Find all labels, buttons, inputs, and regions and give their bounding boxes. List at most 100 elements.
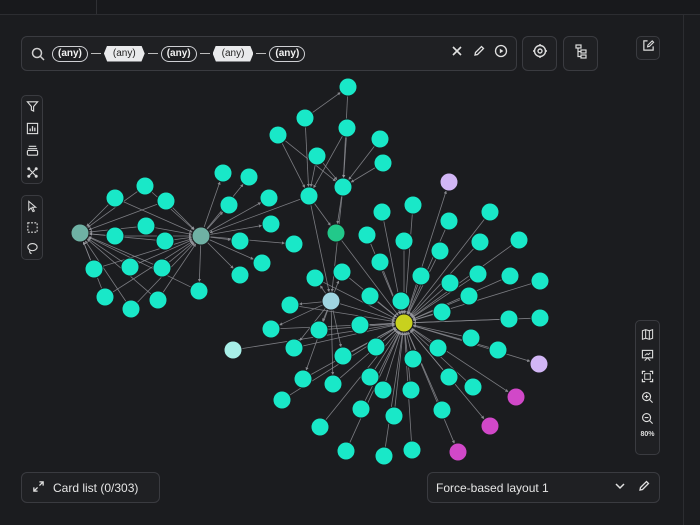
marquee-select-icon[interactable] bbox=[25, 220, 39, 235]
graph-node[interactable] bbox=[307, 146, 327, 166]
graph-node[interactable] bbox=[360, 367, 380, 387]
graph-node[interactable] bbox=[321, 291, 341, 311]
graph-node[interactable] bbox=[374, 446, 394, 466]
graph-node[interactable] bbox=[219, 195, 239, 215]
graph-node[interactable] bbox=[470, 232, 490, 252]
graph-node[interactable] bbox=[120, 257, 140, 277]
graph-node[interactable] bbox=[468, 264, 488, 284]
graph-node[interactable] bbox=[509, 230, 529, 250]
graph-node[interactable] bbox=[148, 290, 168, 310]
graph-node[interactable] bbox=[70, 223, 90, 243]
graph-node[interactable] bbox=[488, 340, 508, 360]
target-button[interactable] bbox=[522, 36, 557, 71]
graph-node[interactable] bbox=[360, 286, 380, 306]
graph-node[interactable] bbox=[350, 315, 370, 335]
pencil-icon[interactable] bbox=[627, 479, 651, 496]
graph-node[interactable] bbox=[337, 118, 357, 138]
graph-node[interactable] bbox=[284, 234, 304, 254]
graph-node[interactable] bbox=[121, 299, 141, 319]
edit-button[interactable] bbox=[636, 36, 660, 60]
graph-node[interactable] bbox=[480, 202, 500, 222]
pointer-icon[interactable] bbox=[25, 199, 39, 214]
graph-node[interactable] bbox=[223, 340, 243, 360]
query-node-chip[interactable]: (any) bbox=[52, 45, 88, 62]
graph-node[interactable] bbox=[336, 441, 356, 461]
graph-node[interactable] bbox=[440, 273, 460, 293]
graph-node[interactable] bbox=[105, 226, 125, 246]
graph-node[interactable] bbox=[480, 416, 500, 436]
graph-node[interactable] bbox=[499, 309, 519, 329]
graph-node[interactable] bbox=[394, 313, 414, 333]
graph-node[interactable] bbox=[135, 176, 155, 196]
graph-node[interactable] bbox=[403, 195, 423, 215]
filter-icon[interactable] bbox=[25, 99, 39, 115]
graph-node[interactable] bbox=[459, 286, 479, 306]
graph-node[interactable] bbox=[239, 167, 259, 187]
zoom-in-icon[interactable] bbox=[641, 389, 655, 405]
graph-node[interactable] bbox=[439, 211, 459, 231]
graph-nodes[interactable] bbox=[70, 77, 550, 466]
graph-node[interactable] bbox=[529, 354, 549, 374]
graph-node[interactable] bbox=[384, 406, 404, 426]
graph-node[interactable] bbox=[156, 191, 176, 211]
graph-node[interactable] bbox=[261, 214, 281, 234]
graph-node[interactable] bbox=[530, 271, 550, 291]
graph-node[interactable] bbox=[95, 287, 115, 307]
presentation-icon[interactable] bbox=[641, 347, 655, 363]
graph-node[interactable] bbox=[394, 231, 414, 251]
graph-node[interactable] bbox=[461, 328, 481, 348]
graph-node[interactable] bbox=[105, 188, 125, 208]
transform-icon[interactable] bbox=[25, 164, 39, 180]
graph-node[interactable] bbox=[305, 268, 325, 288]
graph-node[interactable] bbox=[370, 252, 390, 272]
fit-screen-icon[interactable] bbox=[641, 368, 655, 384]
graph-node[interactable] bbox=[372, 202, 392, 222]
graph-node[interactable] bbox=[333, 177, 353, 197]
graph-node[interactable] bbox=[428, 338, 448, 358]
graph-node[interactable] bbox=[351, 399, 371, 419]
chevron-down-icon[interactable] bbox=[603, 479, 627, 496]
graph-node[interactable] bbox=[506, 387, 526, 407]
card-list-button[interactable]: Card list (0/303) bbox=[21, 472, 160, 503]
graph-node[interactable] bbox=[84, 259, 104, 279]
graph-node[interactable] bbox=[310, 417, 330, 437]
graph-node[interactable] bbox=[293, 369, 313, 389]
query-node-chip[interactable]: (any) bbox=[269, 45, 306, 62]
lasso-icon[interactable] bbox=[25, 241, 39, 256]
query-bar[interactable]: (any) (any) (any) (any) (any) bbox=[21, 36, 517, 71]
graph-node[interactable] bbox=[152, 258, 172, 278]
graph-node[interactable] bbox=[252, 253, 272, 273]
graph-node[interactable] bbox=[432, 302, 452, 322]
graph-node[interactable] bbox=[189, 281, 209, 301]
query-edge-chip[interactable]: (any) bbox=[103, 45, 145, 62]
graph-node[interactable] bbox=[268, 125, 288, 145]
layout-selector[interactable]: Force-based layout 1 bbox=[427, 472, 660, 503]
graph-node[interactable] bbox=[323, 374, 343, 394]
graph-node[interactable] bbox=[272, 390, 292, 410]
graph-node[interactable] bbox=[299, 186, 319, 206]
graph-node[interactable] bbox=[295, 108, 315, 128]
graph-node[interactable] bbox=[373, 153, 393, 173]
graph-node[interactable] bbox=[448, 442, 468, 462]
clear-icon[interactable] bbox=[450, 44, 464, 63]
graph-node[interactable] bbox=[191, 226, 211, 246]
graph-node[interactable] bbox=[309, 320, 329, 340]
graph-node[interactable] bbox=[530, 308, 550, 328]
pencil-icon[interactable] bbox=[472, 44, 486, 63]
graph-node[interactable] bbox=[370, 129, 390, 149]
graph-node[interactable] bbox=[155, 231, 175, 251]
graph-node[interactable] bbox=[401, 380, 421, 400]
graph-node[interactable] bbox=[439, 367, 459, 387]
layers-icon[interactable] bbox=[25, 143, 39, 159]
map-icon[interactable] bbox=[641, 326, 655, 342]
graph-node[interactable] bbox=[284, 338, 304, 358]
graph-node[interactable] bbox=[500, 266, 520, 286]
chart-icon[interactable] bbox=[25, 121, 39, 137]
graph-node[interactable] bbox=[333, 346, 353, 366]
hierarchy-button[interactable] bbox=[563, 36, 598, 71]
graph-node[interactable] bbox=[463, 377, 483, 397]
graph-node[interactable] bbox=[403, 349, 423, 369]
graph-node[interactable] bbox=[332, 262, 352, 282]
graph-node[interactable] bbox=[230, 265, 250, 285]
graph-node[interactable] bbox=[280, 295, 300, 315]
